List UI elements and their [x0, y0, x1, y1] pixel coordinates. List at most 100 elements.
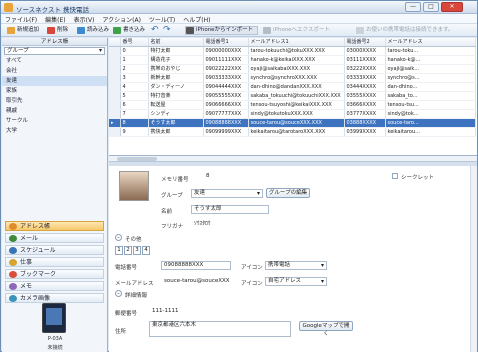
- phone-icon-select[interactable]: 携帯電話: [265, 261, 327, 270]
- email-field[interactable]: souce-tarou@souceXXX: [161, 277, 237, 286]
- email-label: メールアドレス: [115, 281, 154, 287]
- row-marker: [109, 100, 121, 110]
- cell-email1: sindy@tokutokuXXX.XXX: [248, 109, 345, 119]
- cell-name: 転送屋: [148, 100, 204, 110]
- table-row[interactable]: 2 携帯のおやじ 09022222XXX oyaji@saikabaiXXX.XXX 0…: [109, 64, 476, 74]
- phone-tab-2[interactable]: 2: [124, 246, 132, 255]
- write-button[interactable]: 書き込み: [113, 26, 145, 35]
- group-label: グループ: [161, 193, 183, 199]
- detail-info-label: 詳細情報: [125, 293, 148, 299]
- group-edit-button[interactable]: グループの編集: [266, 188, 310, 198]
- cell-email1: tarou-tokuuchi@tokuXXX.XXX: [248, 46, 345, 56]
- column-header-email2[interactable]: メールアドレス: [385, 38, 476, 47]
- name-field[interactable]: そうす太郎: [191, 205, 269, 214]
- nav-mail[interactable]: メール: [5, 233, 104, 243]
- phone-device-icon: [42, 303, 66, 333]
- contact-photo[interactable]: [119, 171, 149, 201]
- menu-view[interactable]: 表示(V): [70, 14, 99, 24]
- cell-email2: tarou-toku...: [385, 46, 476, 56]
- postal-field[interactable]: 111-1111: [149, 307, 209, 316]
- menu-edit[interactable]: 編集(E): [41, 14, 69, 24]
- phone-tab-3[interactable]: 3: [133, 246, 141, 255]
- column-header-email1[interactable]: メールアドレス1: [248, 38, 345, 47]
- column-header-name[interactable]: 名前: [148, 38, 204, 47]
- sidebar-header: アドレス帳: [2, 38, 107, 46]
- group-combo[interactable]: グループ: [4, 47, 105, 55]
- detail-vertical-scrollbar[interactable]: [470, 166, 477, 352]
- table-row[interactable]: 1 構造花子 09011111XXX hanako-k@keikaiXXX.XXX 03…: [109, 55, 476, 65]
- cell-phone1: 09055555XXX: [203, 91, 249, 101]
- undo-button[interactable]: ↶: [151, 26, 159, 35]
- table-row[interactable]: 0 特打太郎 09000000XXX tarou-tokuuchi@tokuXXX.X…: [109, 46, 476, 56]
- phone-tab-4[interactable]: 4: [142, 246, 150, 255]
- table-row[interactable]: 7 シンディ 09077777XXX sindy@tokutokuXXX.XXX 037…: [109, 109, 476, 119]
- cell-email1: sakaba_tokuuchi@tokuuchiXXX.XXX: [248, 91, 345, 101]
- iphone-export-icon: [263, 27, 271, 34]
- toolbar-notice: お使いの携帯電話は接続できます。: [356, 26, 453, 35]
- secret-label: シークレット: [401, 175, 435, 181]
- tasks-icon: [9, 259, 17, 266]
- furigana-field[interactable]: ｿｳｽﾀﾛｳ: [191, 220, 269, 229]
- nav-address-book[interactable]: アドレス帳: [5, 221, 104, 231]
- group-item[interactable]: 大学: [2, 126, 107, 136]
- close-button[interactable]: ✕: [441, 2, 463, 12]
- table-row[interactable]: 3 新幹太郎 09033333XXX synchro@synchroXXX.XXX 03…: [109, 73, 476, 83]
- iphone-import-button[interactable]: iPhoneからインポート: [185, 26, 259, 35]
- table-row[interactable]: 4 ダン・ディーノ 09044444XXX dan-dhino@dandanXXX.X…: [109, 82, 476, 92]
- nav-camera-images[interactable]: カメラ画像: [5, 293, 104, 303]
- column-header-number[interactable]: 番号: [120, 38, 149, 47]
- group-item[interactable]: サークル: [2, 116, 107, 126]
- iphone-export-button[interactable]: iPhoneへエクスポート: [263, 26, 330, 35]
- column-header-phone1[interactable]: 電話番号1: [203, 38, 249, 47]
- app-icon: [4, 3, 13, 12]
- table-row-selected[interactable]: ▸ 8 そうす太郎 09088888XXX souce-tarou@souceXXX.X…: [109, 118, 476, 128]
- phone-field[interactable]: 09088888XXX: [161, 261, 231, 270]
- address-label: 住所: [115, 329, 127, 335]
- redo-button[interactable]: ↷: [163, 26, 171, 35]
- cell-number: 3: [120, 73, 149, 83]
- table-row[interactable]: 6 転送屋 09066666XXX tensou-tsuyoshi@keikaiXXX…: [109, 100, 476, 110]
- group-item[interactable]: 親戚: [2, 106, 107, 116]
- cell-name: 新幹太郎: [148, 73, 204, 83]
- iphone-icon: [186, 27, 194, 34]
- collapse-detail-icon[interactable]: ⌄: [115, 290, 122, 297]
- menu-action[interactable]: アクション(A): [98, 14, 145, 24]
- contact-detail-panel: メモリ番号 8 シークレット グループ 友達 グループの編集 名前 そうす太郎 …: [109, 166, 477, 352]
- group-item[interactable]: すべて: [2, 56, 107, 66]
- nav-schedule[interactable]: スケジュール: [5, 245, 104, 255]
- nav-memo[interactable]: メモ: [5, 281, 104, 291]
- group-list: すべて 会社 友達 家族 取引先 親戚 サークル 大学: [2, 56, 107, 136]
- menu-file[interactable]: ファイル(F): [1, 14, 41, 24]
- row-marker: [109, 64, 121, 74]
- group-select[interactable]: 友達: [191, 189, 263, 198]
- delete-button[interactable]: 削除: [47, 26, 68, 35]
- group-item[interactable]: 取引先: [2, 96, 107, 106]
- email-icon-select[interactable]: 自宅アドレス: [265, 277, 327, 286]
- nav-tasks[interactable]: 仕事: [5, 257, 104, 267]
- group-item[interactable]: 家族: [2, 86, 107, 96]
- group-item[interactable]: 会社: [2, 66, 107, 76]
- nav-bookmark[interactable]: ブックマーク: [5, 269, 104, 279]
- menu-help[interactable]: ヘルプ(H): [179, 14, 214, 24]
- collapse-other-icon[interactable]: ⌄: [115, 234, 122, 241]
- cell-name: そうす太郎: [148, 118, 204, 128]
- column-header-phone2[interactable]: 電話番号2: [344, 38, 386, 47]
- info-icon: [356, 27, 364, 34]
- menu-tools[interactable]: ツール(T): [145, 14, 179, 24]
- read-button[interactable]: 読み込み: [77, 26, 109, 35]
- phone-tab-1[interactable]: 1: [115, 246, 123, 255]
- table-row[interactable]: 5 特打音楽 09055555XXX sakaba_tokuuchi@tokuuchi…: [109, 91, 476, 101]
- toolbar: 新規追加 削除 読み込み 書き込み ↶ ↷ iPhoneからインポート iPho…: [1, 24, 477, 37]
- maximize-button[interactable]: □: [423, 2, 439, 12]
- address-field[interactable]: 東京都港区六本木: [149, 321, 291, 337]
- memory-number-field[interactable]: 8: [203, 172, 243, 181]
- table-row[interactable]: 9 携快太郎 09099999XXX keikaitarou@tarotaroXXX.…: [109, 127, 476, 137]
- minimize-button[interactable]: —: [405, 2, 421, 12]
- scrollbar-thumb[interactable]: [117, 157, 157, 161]
- secret-checkbox[interactable]: [392, 173, 398, 179]
- group-item-selected[interactable]: 友達: [2, 76, 107, 86]
- row-marker: [109, 109, 121, 119]
- new-button[interactable]: 新規追加: [7, 26, 39, 35]
- cell-phone2: 03666XXXX: [344, 100, 386, 110]
- open-google-maps-button[interactable]: Googleマップで開く: [299, 321, 353, 337]
